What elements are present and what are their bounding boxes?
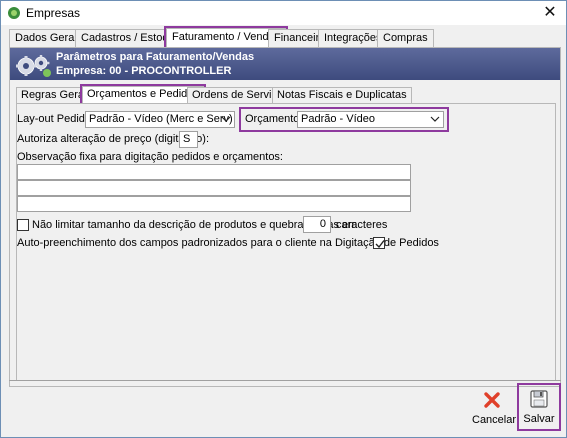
observacao-line-2[interactable]	[17, 180, 411, 196]
caracteres-label: caracteres	[336, 219, 388, 231]
checkmark-icon	[375, 240, 385, 249]
orcamentos-pedidos-panel: Lay-out Pedido: Padrão - Vídeo (Merc e S…	[16, 103, 556, 381]
observacao-line-1[interactable]	[17, 164, 411, 180]
nao-limitar-checkbox[interactable]	[17, 219, 29, 231]
cancel-label: Cancelar	[472, 414, 517, 426]
caracteres-input[interactable]: 0	[303, 216, 331, 233]
orcamento-value: Padrão - Vídeo	[301, 113, 375, 125]
empresas-window: Empresas ✕ Dados Gerais Cadastros / Esto…	[0, 0, 567, 438]
orcamento-select[interactable]: Padrão - Vídeo	[297, 111, 444, 128]
orcamento-label: Orçamento:	[245, 113, 303, 125]
faturamento-panel: Parâmetros para Faturamento/Vendas Empre…	[9, 47, 561, 387]
chevron-down-icon	[221, 112, 231, 127]
layout-pedido-label: Lay-out Pedido:	[17, 113, 95, 125]
footer-separator	[9, 380, 561, 381]
chevron-down-icon	[430, 112, 440, 127]
header-title: Parâmetros para Faturamento/Vendas	[56, 51, 255, 63]
header-company: Empresa: 00 - PROCONTROLLER	[56, 65, 232, 77]
layout-pedido-value: Padrão - Vídeo (Merc e Serv)	[89, 113, 233, 125]
tab-notas-fiscais[interactable]: Notas Fiscais e Duplicatas	[272, 87, 412, 103]
autoriza-input[interactable]: S	[179, 131, 198, 148]
save-button[interactable]: Salvar	[517, 383, 561, 431]
tab-orcamentos-pedidos[interactable]: Orçamentos e Pedidos	[80, 84, 206, 106]
cancel-icon	[482, 390, 502, 410]
window-title: Empresas	[26, 6, 81, 20]
section-header: Parâmetros para Faturamento/Vendas Empre…	[10, 48, 560, 80]
close-icon[interactable]: ✕	[540, 3, 560, 23]
tab-compras[interactable]: Compras	[377, 29, 434, 47]
observacao-label: Observação fixa para digitação pedidos e…	[17, 151, 283, 163]
orcamento-group: Orçamento: Padrão - Vídeo	[239, 107, 449, 132]
layout-pedido-select[interactable]: Padrão - Vídeo (Merc e Serv)	[85, 111, 235, 128]
auto-preench-checkbox[interactable]	[373, 237, 385, 249]
observacao-line-3[interactable]	[17, 196, 411, 212]
save-label: Salvar	[523, 413, 555, 425]
cancel-button[interactable]: Cancelar	[472, 386, 517, 432]
app-icon	[7, 6, 21, 20]
floppy-disk-icon	[529, 389, 549, 409]
gears-icon	[14, 50, 52, 78]
title-bar: Empresas ✕	[1, 1, 566, 25]
